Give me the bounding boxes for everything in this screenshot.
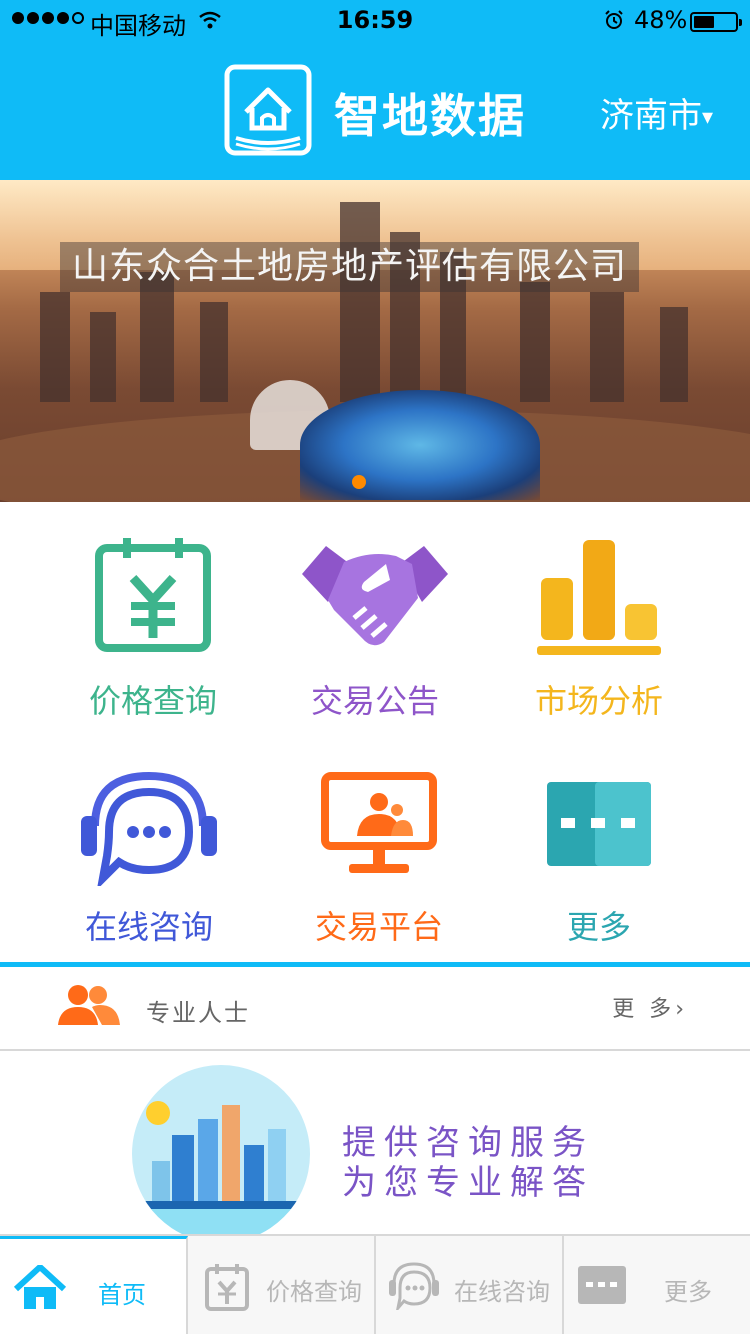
more-dots-icon: [547, 782, 651, 866]
bottom-tab-bar: 首页 价格查询 在线咨询 更多: [0, 1234, 750, 1334]
tab-home[interactable]: 首页: [0, 1236, 188, 1334]
section-title: 专业人士: [146, 999, 250, 1027]
handshake-icon: [302, 546, 448, 646]
alarm-icon: [605, 10, 623, 29]
chevron-right-icon: ›: [675, 997, 688, 1022]
price-calendar-icon: [205, 1264, 249, 1311]
menu-trade-platform[interactable]: 交易平台: [254, 764, 504, 994]
home-icon: [14, 1265, 66, 1309]
more-dots-icon: [578, 1266, 626, 1304]
menu-price-query[interactable]: 价格查询: [28, 530, 278, 760]
city-skyline-icon: [132, 1065, 310, 1234]
monitor-person-icon: [321, 772, 437, 873]
menu-more[interactable]: 更多: [474, 764, 724, 994]
chat-bubble-icon: [389, 1262, 439, 1310]
menu-label: 交易平台: [314, 908, 443, 946]
tab-label: 在线咨询: [454, 1278, 550, 1306]
menu-label: 更多: [566, 908, 631, 946]
city-selector[interactable]: 济南市▾: [600, 88, 713, 137]
menu-label: 在线咨询: [84, 908, 213, 946]
tab-online-consult[interactable]: 在线咨询: [376, 1236, 564, 1334]
chevron-down-icon: ▾: [702, 105, 714, 130]
tab-label: 更多: [664, 1278, 712, 1306]
tab-more[interactable]: 更多: [564, 1236, 750, 1334]
promo-banner[interactable]: 山东众合土地房地产评估有限公司: [0, 180, 750, 502]
banner-caption: 山东众合土地房地产评估有限公司: [60, 242, 640, 292]
battery-percentage: 48%: [634, 6, 688, 34]
menu-label: 市场分析: [534, 682, 663, 720]
professionals-section[interactable]: 专业人士 更 多›: [0, 967, 750, 1051]
house-book-icon: [224, 64, 312, 156]
tab-price-query[interactable]: 价格查询: [188, 1236, 376, 1334]
people-icon: [58, 985, 120, 1025]
menu-label: 交易公告: [310, 682, 439, 720]
menu-market-analysis[interactable]: 市场分析: [474, 530, 724, 760]
menu-label: 价格查询: [88, 682, 217, 720]
menu-trade-notice[interactable]: 交易公告: [250, 530, 500, 760]
price-calendar-icon: [95, 538, 211, 652]
consult-promo[interactable]: 提供咨询服务 为您专业解答: [0, 1051, 750, 1234]
battery-icon: [690, 12, 742, 32]
more-link-label: 更 多: [612, 997, 676, 1022]
carousel-indicator-dot[interactable]: [352, 475, 366, 489]
city-label: 济南市: [600, 96, 702, 136]
feature-grid: 价格查询 交易公告 市场分析 在线咨询 交易平台 更多: [0, 502, 750, 962]
tab-label: 首页: [98, 1281, 146, 1309]
menu-online-consult[interactable]: 在线咨询: [24, 764, 274, 994]
tab-label: 价格查询: [266, 1278, 362, 1306]
status-bar: 中国移动 16:59 48%: [0, 0, 750, 42]
app-title: 智地数据: [334, 89, 526, 143]
bar-chart-icon: [537, 540, 661, 655]
more-link[interactable]: 更 多›: [612, 991, 688, 1023]
app-header: 中国移动 16:59 48% 智地数据 济南市▾: [0, 0, 750, 180]
headset-chat-icon: [81, 771, 217, 886]
promo-line-2: 为您专业解答: [342, 1163, 594, 1203]
